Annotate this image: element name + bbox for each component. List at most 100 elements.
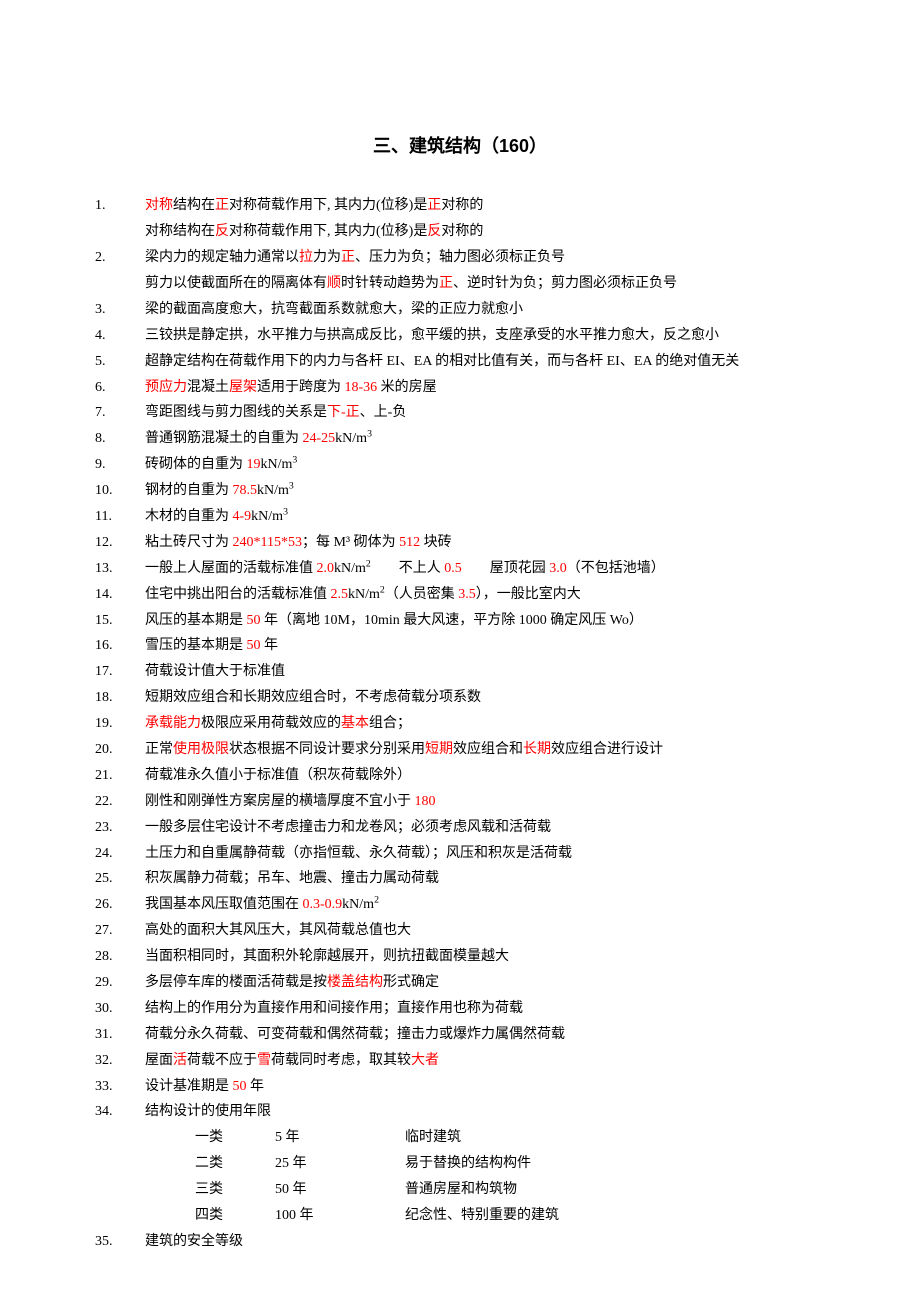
item-list: 对称结构在正对称荷载作用下, 其内力(位移)是正对称的对称结构在反对称荷载作用下… [95, 193, 825, 1255]
text-segment: 梁内力的规定轴力通常以 [145, 250, 299, 265]
text-segment: 预应力 [145, 380, 187, 395]
text-segment: 180 [415, 794, 436, 809]
text-segment: 反 [215, 224, 229, 239]
text-segment: 反 [427, 224, 441, 239]
text-segment: 对称 [145, 198, 173, 213]
list-item: 弯距图线与剪力图线的关系是下-正、上-负 [95, 400, 825, 426]
text-segment: 块砖 [420, 535, 452, 550]
text-segment: 高处的面积大其风压大，其风荷载总值也大 [145, 923, 411, 938]
text-segment: 当面积相同时，其面积外轮廓越展开，则抗扭截面模量越大 [145, 949, 509, 964]
text-segment: 50 [247, 638, 261, 653]
text-segment: 普通钢筋混凝土的自重为 [145, 431, 303, 446]
list-item: 我国基本风压取值范围在 0.3-0.9kN/m2 [95, 892, 825, 918]
table-cell: 一类 [195, 1125, 275, 1151]
text-segment: 设计基准期是 [145, 1079, 233, 1094]
text-segment: 0.5 [444, 561, 462, 576]
list-item: 结构设计的使用年限一类5 年临时建筑二类25 年易于替换的结构构件三类50 年普… [95, 1099, 825, 1228]
list-item: 超静定结构在荷载作用下的内力与各杆 EI、EA 的相对比值有关，而与各杆 EI、… [95, 349, 825, 375]
text-segment: 弯距图线与剪力图线的关系是 [145, 405, 327, 420]
text-segment: 荷载同时考虑，取其较 [271, 1053, 411, 1068]
text-segment: 楼盖结构 [327, 975, 383, 990]
list-item-text: 结构设计的使用年限 [145, 1099, 825, 1125]
list-item-text: 超静定结构在荷载作用下的内力与各杆 EI、EA 的相对比值有关，而与各杆 EI、… [145, 349, 825, 375]
text-segment: 对称结构在 [145, 224, 215, 239]
text-segment: 米的房屋 [377, 380, 437, 395]
table-cell: 25 年 [275, 1151, 405, 1177]
list-item-text: 木材的自重为 4-9kN/m3 [145, 504, 825, 530]
table-cell: 四类 [195, 1203, 275, 1229]
text-segment: 正 [427, 198, 441, 213]
text-segment: 荷载不应于 [187, 1053, 257, 1068]
list-item: 设计基准期是 50 年 [95, 1074, 825, 1100]
text-segment: 荷载分永久荷载、可变荷载和偶然荷载；撞击力或爆炸力属偶然荷载 [145, 1027, 565, 1042]
list-item-text: 我国基本风压取值范围在 0.3-0.9kN/m2 [145, 892, 825, 918]
list-item: 正常使用极限状态根据不同设计要求分别采用短期效应组合和长期效应组合进行设计 [95, 737, 825, 763]
text-segment: 多层停车库的楼面活荷载是按 [145, 975, 327, 990]
text-segment: 对称的 [441, 198, 483, 213]
text-segment: kN/m3 [251, 509, 288, 524]
text-segment: 18-36 [345, 380, 378, 395]
text-segment: 组合； [369, 716, 411, 731]
table-cell: 50 年 [275, 1177, 405, 1203]
list-item: 梁的截面高度愈大，抗弯截面系数就愈大，梁的正应力就愈小 [95, 297, 825, 323]
list-item-text: 粘土砖尺寸为 240*115*53；每 M³ 砌体为 512 块砖 [145, 530, 825, 556]
text-segment: 屋顶花园 [462, 561, 550, 576]
text-segment: 承载能力 [145, 716, 201, 731]
list-item: 粘土砖尺寸为 240*115*53；每 M³ 砌体为 512 块砖 [95, 530, 825, 556]
list-item-subtext: 剪力以使截面所在的隔离体有顺时针转动趋势为正、逆时针为负；剪力图必须标正负号 [145, 271, 825, 297]
text-segment: 剪力以使截面所在的隔离体有 [145, 276, 327, 291]
text-segment: ；每 M³ 砌体为 [302, 535, 399, 550]
table-row: 二类25 年易于替换的结构构件 [195, 1151, 569, 1177]
text-segment: 土压力和自重属静荷载（亦指恒载、永久荷载）；风压和积灰是活荷载 [145, 846, 572, 861]
text-segment: kN/m3 [261, 457, 298, 472]
list-item-text: 荷载分永久荷载、可变荷载和偶然荷载；撞击力或爆炸力属偶然荷载 [145, 1022, 825, 1048]
list-item: 风压的基本期是 50 年（离地 10M，10min 最大风速，平方除 1000 … [95, 608, 825, 634]
list-item: 屋面活荷载不应于雪荷载同时考虑，取其较大者 [95, 1048, 825, 1074]
text-segment: 、上-负 [360, 405, 407, 420]
list-item: 荷载分永久荷载、可变荷载和偶然荷载；撞击力或爆炸力属偶然荷载 [95, 1022, 825, 1048]
table-cell: 100 年 [275, 1203, 405, 1229]
text-segment: 混凝土 [187, 380, 229, 395]
superscript: 3 [283, 506, 288, 517]
table-cell: 三类 [195, 1177, 275, 1203]
list-item: 当面积相同时，其面积外轮廓越展开，则抗扭截面模量越大 [95, 944, 825, 970]
text-segment: 基本 [341, 716, 369, 731]
list-item-text: 一般上人屋面的活载标准值 2.0kN/m2 不上人 0.5 屋顶花园 3.0（不… [145, 556, 825, 582]
table-cell: 临时建筑 [405, 1125, 569, 1151]
text-segment: 正 [439, 276, 453, 291]
list-item-text: 梁内力的规定轴力通常以拉力为正、压力为负；轴力图必须标正负号 [145, 245, 825, 271]
text-segment: 50 [233, 1079, 247, 1094]
text-segment: 年 [261, 638, 279, 653]
text-segment: 短期效应组合和长期效应组合时，不考虑荷载分项系数 [145, 690, 481, 705]
text-segment: 钢材的自重为 [145, 483, 233, 498]
list-item: 荷载准永久值小于标准值（积灰荷载除外） [95, 763, 825, 789]
text-segment: 对称荷载作用下, 其内力(位移)是 [229, 198, 427, 213]
list-item: 预应力混凝土屋架适用于跨度为 18-36 米的房屋 [95, 375, 825, 401]
text-segment: 2.5 [331, 587, 349, 602]
text-segment: 梁的截面高度愈大，抗弯截面系数就愈大，梁的正应力就愈小 [145, 302, 523, 317]
superscript: 3 [367, 429, 372, 440]
text-segment: 适用于跨度为 [257, 380, 345, 395]
text-segment: 形式确定 [383, 975, 439, 990]
list-item: 一般上人屋面的活载标准值 2.0kN/m2 不上人 0.5 屋顶花园 3.0（不… [95, 556, 825, 582]
text-segment: 年 [247, 1079, 265, 1094]
list-item: 积灰属静力荷载；吊车、地震、撞击力属动荷载 [95, 866, 825, 892]
list-item-text: 钢材的自重为 78.5kN/m3 [145, 478, 825, 504]
text-segment: 住宅中挑出阳台的活载标准值 [145, 587, 331, 602]
superscript: 2 [374, 895, 379, 906]
text-segment: kN/m2 [334, 561, 371, 576]
table-cell: 纪念性、特别重要的建筑 [405, 1203, 569, 1229]
list-item-text: 建筑的安全等级 [145, 1229, 825, 1255]
text-segment: 砖砌体的自重为 [145, 457, 247, 472]
page-title: 三、建筑结构（160） [95, 130, 825, 163]
superscript: 3 [292, 455, 297, 466]
text-segment: 建筑的安全等级 [145, 1234, 243, 1249]
text-segment: 时针转动趋势为 [341, 276, 439, 291]
list-item: 木材的自重为 4-9kN/m3 [95, 504, 825, 530]
table-cell: 普通房屋和构筑物 [405, 1177, 569, 1203]
text-segment: 荷载设计值大于标准值 [145, 664, 285, 679]
text-segment: （人员密集 [385, 587, 459, 602]
list-item-text: 对称结构在正对称荷载作用下, 其内力(位移)是正对称的 [145, 193, 825, 219]
text-segment: 50 [247, 613, 261, 628]
text-segment: 正 [215, 198, 229, 213]
